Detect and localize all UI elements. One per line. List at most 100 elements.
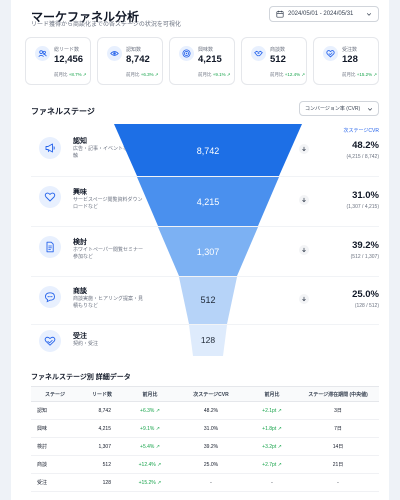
kpi-delta: 前月比 +6.3% ↗ [126,72,159,78]
kpi-delta: 前月比 +15.2% ↗ [342,72,377,78]
col-header-stage: ステージ [31,386,79,402]
cell-stage: 認知 [31,401,79,420]
kpi-delta-prefix: 前月比 [270,72,284,77]
table-row: 受注 128 +15.2% ↗ - - - [31,473,379,492]
trend-up-icon: ↗ [373,72,378,77]
kpi-delta-value: +12.4% [284,72,301,77]
stage-description: 広告・記事・イベントなどの接触 [73,146,144,159]
eye-icon [107,46,122,61]
cell-mom-value: +9.1% [140,425,155,432]
funnel-stage-consideration: 検討 ホワイトペーパー閲覧セミナー参加など 39.2% (512 / 1,307… [31,227,379,275]
col-header-mom: 前月比 [125,386,175,402]
cell-next-cvr: 25.0% [175,455,247,474]
cell-mom-pt-value: +2.1pt [262,407,277,414]
stage-cvr: 39.2% [352,240,379,251]
cell-mom-pt-value: +1.8pt [262,425,277,432]
kpi-delta: 前月比 +8.7% ↗ [54,72,87,78]
stage-name: 認知 [73,138,87,145]
kpi-label: 総リード数 [54,47,80,53]
stage-cvr-ratio: (128 / 512) [354,303,379,309]
cell-mom: +6.3% ↗ [125,401,175,420]
table-row: 商談 512 +12.4% ↗ 25.0% +2.7pt ↗ 21日 [31,455,379,474]
cell-mom: +15.2% ↗ [125,473,175,492]
stage-cvr: 25.0% [352,289,379,300]
cell-mom: +9.1% ↗ [125,419,175,438]
kpi-label: 認知数 [126,47,142,53]
trend-up-icon: ↗ [82,72,87,77]
arrow-down-icon [299,294,309,304]
trend-up-icon: ↗ [301,72,306,77]
trend-up-icon: ↗ [277,407,282,414]
kpi-value: 8,742 [126,54,150,65]
funnel-stage-order: 受注 契約・受注 [31,325,379,373]
kpi-delta: 前月比 +9.1% ↗ [198,72,231,78]
cell-next-cvr: 48.2% [175,401,247,420]
kpi-card-deals: 商談数 512 前月比 +12.4% ↗ [241,37,307,85]
document-icon [39,236,61,258]
cell-mom: +12.4% ↗ [125,455,175,474]
kpi-delta: 前月比 +12.4% ↗ [270,72,305,78]
metric-select[interactable]: コンバージョン率 (CVR) [299,101,379,116]
trend-up-icon: ↗ [155,443,160,450]
kpi-delta-value: +6.3% [140,72,154,77]
kpi-delta-prefix: 前月比 [126,72,140,77]
calendar-icon [276,10,284,18]
cell-mom-pt: +1.8pt ↗ [247,419,297,438]
date-range-text: 2024/05/01 - 2024/05/31 [288,11,354,17]
funnel-section-title: ファネルステージ [31,107,95,116]
trend-up-icon: ↗ [155,407,160,414]
kpi-card-interest: 興味数 4,215 前月比 +9.1% ↗ [169,37,235,85]
trend-up-icon: ↗ [277,443,282,450]
page-subtitle: リード獲得から商談化までの各ステージの状況を可視化 [31,22,181,28]
trend-up-icon: ↗ [277,425,282,432]
cell-duration: 7日 [297,419,379,438]
kpi-delta-prefix: 前月比 [342,72,356,77]
cell-mom-value: +12.4% [138,461,156,468]
cell-duration: - [297,473,379,492]
kpi-value: 128 [342,54,358,65]
table-row: 検討 1,307 +5.4% ↗ 39.2% +3.2pt ↗ 14日 [31,437,379,456]
kpi-value: 4,215 [198,54,222,65]
cell-mom-pt: +2.7pt ↗ [247,455,297,474]
kpi-value: 12,456 [54,54,84,65]
kpi-delta-prefix: 前月比 [198,72,212,77]
target-icon [179,46,194,61]
col-header-leads: リード数 [79,386,125,402]
trend-up-icon: ↗ [226,72,231,77]
stage-name: 検討 [73,239,87,246]
stage-name: 受注 [73,333,87,340]
cell-mom-value: +5.4% [140,443,155,450]
stage-description: 契約・受注 [73,341,99,347]
kpi-row: 総リード数 12,456 前月比 +8.7% ↗ 認知数 8,742 前月比 +… [25,37,379,85]
cell-next-cvr: 39.2% [175,437,247,456]
cell-duration: 21日 [297,455,379,474]
kpi-delta-value: +8.7% [68,72,82,77]
trend-up-icon: ↗ [155,425,160,432]
col-header-next-cvr: 次ステージCVR [175,386,247,402]
cell-stage: 商談 [31,455,79,474]
cell-stage: 受注 [31,473,79,492]
kpi-value: 512 [270,54,286,65]
cell-leads: 4,215 [79,419,125,438]
stage-cvr: 48.2% [352,140,379,151]
cell-mom-pt: +3.2pt ↗ [247,437,297,456]
kpi-label: 興味数 [198,47,214,53]
cell-next-cvr: 31.0% [175,419,247,438]
cell-duration: 3日 [297,401,379,420]
cell-mom-pt: - [247,473,297,492]
detail-table-title: ファネルステージ別 詳細データ [31,374,131,381]
funnel-stage-awareness: 認知 広告・記事・イベントなどの接触 48.2% (4,215 / 8,742) [31,124,379,172]
cell-mom-pt-value: +3.2pt [262,443,277,450]
stage-description: ホワイトペーパー閲覧セミナー参加など [73,247,143,260]
stage-cvr-ratio: (4,215 / 8,742) [346,154,379,160]
award-icon [323,46,338,61]
chat-icon [39,286,61,308]
table-row: 認知 8,742 +6.3% ↗ 48.2% +2.1pt ↗ 3日 [31,401,379,420]
kpi-label: 商談数 [270,47,286,53]
arrow-down-icon [299,245,309,255]
megaphone-icon [39,137,61,159]
cell-leads: 1,307 [79,437,125,456]
cell-stage: 興味 [31,419,79,438]
date-range-picker[interactable]: 2024/05/01 - 2024/05/31 [269,6,379,22]
detail-table: ステージ リード数 前月比 次ステージCVR 前月比 ステージ滞在期間 (中央値… [31,386,379,492]
